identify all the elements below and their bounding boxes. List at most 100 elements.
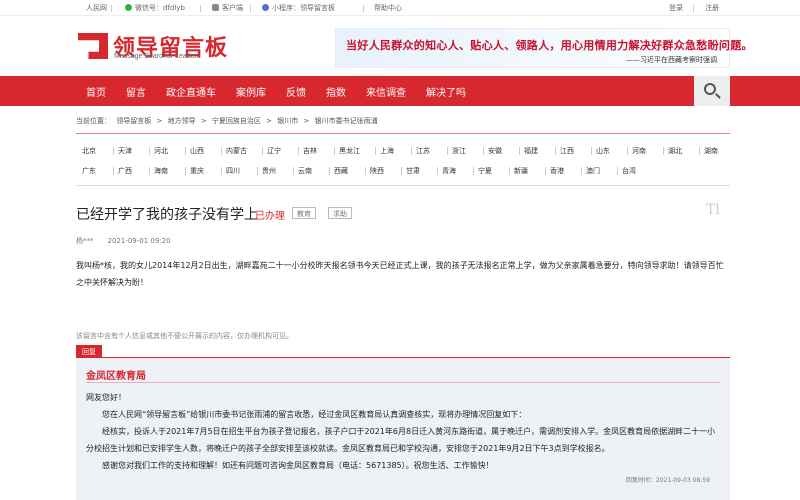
divider [221,167,222,175]
reply-org: 金凤区教育局 [86,371,146,382]
nav-item-messages[interactable]: 留言 [126,84,146,99]
region-link[interactable]: 宁夏 [478,166,492,176]
region-link[interactable]: 香港 [550,166,564,176]
divider [86,382,720,383]
main-nav: 首页 留言 政企直通车 案例库 反馈 指数 来信调查 解决了吗 [0,76,800,106]
region-link[interactable]: 西藏 [334,166,348,176]
banner-attribution: ——习近平在西藏考察时强调 [626,56,717,64]
divider [293,167,294,175]
region-link[interactable]: 河南 [632,146,646,156]
nav-item-cases[interactable]: 案例库 [236,84,266,99]
region-link[interactable]: 江西 [560,146,574,156]
region-link[interactable]: 澳门 [586,166,600,176]
nav-item-feedback[interactable]: 反馈 [286,84,306,99]
reply-paragraph: 感谢您对我们工作的支持和理解！如还有问题可咨询金凤区教育局（电话：5671385… [102,461,494,470]
region-link[interactable]: 上海 [380,146,394,156]
tag-help[interactable]: 求助 [328,207,352,219]
help-link[interactable]: 帮助中心 [374,3,402,13]
region-link[interactable]: 重庆 [190,166,204,176]
search-button[interactable] [694,76,730,106]
mini-program-icon [262,4,269,11]
divider [149,167,150,175]
region-link[interactable]: 辽宁 [267,146,281,156]
divider [627,147,628,155]
region-link[interactable]: 黑龙江 [339,146,360,156]
breadcrumb-item[interactable]: 地方领导 [168,117,196,125]
divider [617,167,618,175]
divider [185,167,186,175]
nav-item-solved[interactable]: 解决了吗 [426,84,466,99]
divider [581,167,582,175]
region-link[interactable]: 天津 [118,146,132,156]
region-link[interactable]: 江苏 [416,146,430,156]
divider [519,147,520,155]
region-link[interactable]: 山西 [190,146,204,156]
divider [250,5,251,12]
post-body: 我叫杨*核，我的女儿2014年12月2日出生，湖畔嘉苑二十一小分校昨天报名领书今… [76,261,724,287]
region-link[interactable]: 广东 [82,166,96,176]
divider [693,5,694,12]
breadcrumb-item[interactable]: 银川市 [277,117,298,125]
region-link[interactable]: 台湾 [622,166,636,176]
breadcrumb-prefix: 当前位置： [76,117,111,125]
region-link[interactable]: 安徽 [488,146,502,156]
privacy-notice: 该留言中含有个人信息或其他不便公开展示的内容，仅办理机构可见。 [76,332,293,340]
region-link[interactable]: 甘肃 [406,166,420,176]
region-link[interactable]: 湖北 [668,146,682,156]
divider [111,5,112,12]
reply-greeting: 网友您好！ [86,393,126,402]
divider [483,147,484,155]
region-link[interactable]: 湖南 [704,146,718,156]
post-time: 2021-09-01 09:20 [107,237,171,245]
nav-item-index[interactable]: 指数 [326,84,346,99]
breadcrumb-item[interactable]: 银川市委书记张雨浦 [315,117,378,125]
region-link[interactable]: 广西 [118,166,132,176]
reply-body: 网友您好！ 您在人民网“领导留言板”给银川市委书记张雨浦的留言收悉，经过金凤区教… [86,389,720,474]
region-link[interactable]: 海南 [154,166,168,176]
divider [509,167,510,175]
nav-item-home[interactable]: 首页 [86,84,106,99]
search-icon [704,83,716,95]
slogan-banner: 当好人民群众的知心人、贴心人、领路人，用心用情用力解决好群众急愁盼问题。 ——习… [335,28,752,68]
region-link[interactable]: 河北 [154,146,168,156]
wechat-label: 微信号：dfdlyb [135,4,185,12]
region-link[interactable]: 新疆 [514,166,528,176]
breadcrumb-separator: > [303,117,310,125]
divider [591,147,592,155]
wechat-icon [125,4,132,11]
region-link[interactable]: 吉林 [303,146,317,156]
people-daily-link[interactable]: 人民网 [86,3,107,13]
region-link[interactable]: 四川 [226,166,240,176]
region-link[interactable]: 贵州 [262,166,276,176]
client-link[interactable]: 客户端 [212,3,243,13]
wechat-link[interactable]: 微信号：dfdlyb [125,3,185,13]
region-link[interactable]: 浙江 [452,146,466,156]
region-link[interactable]: 云南 [298,166,312,176]
divider [262,147,263,155]
login-link[interactable]: 登录 [669,3,683,13]
region-link[interactable]: 青海 [442,166,456,176]
region-link[interactable]: 陕西 [370,166,384,176]
tag-education[interactable]: 教育 [292,207,316,219]
mini-program-label: 小程序：领导留言板 [272,4,335,12]
region-link[interactable]: 内蒙古 [226,146,247,156]
breadcrumb-separator: > [156,117,163,125]
breadcrumb-separator: > [200,117,207,125]
region-link[interactable]: 山东 [596,146,610,156]
mini-program-link[interactable]: 小程序：领导留言板 [262,3,335,13]
register-link[interactable]: 注册 [705,3,719,13]
logo-icon[interactable] [78,33,108,59]
breadcrumb-item[interactable]: 宁夏回族自治区 [212,117,261,125]
region-link[interactable]: 福建 [524,146,538,156]
divider [200,5,201,12]
reply-panel: 金凤区教育局 网友您好！ 您在人民网“领导留言板”给银川市委书记张雨浦的留言收悉… [76,357,730,500]
divider [329,167,330,175]
post-meta: 杨*** 2021-09-01 09:20 [76,236,171,246]
post-author: 杨*** [76,237,94,245]
nav-item-gov-enterprise[interactable]: 政企直通车 [166,84,216,99]
region-link[interactable]: 北京 [82,146,96,156]
decorative-glyph: Tl [706,202,720,218]
phone-icon [212,4,219,11]
breadcrumb-item[interactable]: 领导留言板 [116,117,151,125]
nav-item-survey[interactable]: 来信调查 [366,84,406,99]
